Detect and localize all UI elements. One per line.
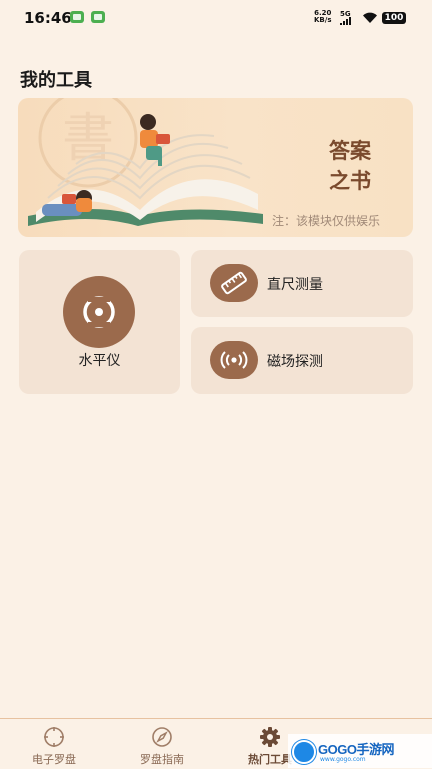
tab-electronic-compass[interactable]: 电子罗盘 <box>0 719 108 769</box>
status-time: 16:46 <box>24 9 72 27</box>
magnetic-tool-label: 磁场探测 <box>267 354 323 370</box>
ruler-icon <box>210 264 258 302</box>
network-speed: 6.20 KB/s <box>314 10 331 24</box>
status-bar: 16:46 6.20 KB/s 5G 100 <box>0 0 432 36</box>
compass-target-icon <box>44 727 64 747</box>
banner-title: 答案 之书 <box>300 136 400 196</box>
level-icon <box>63 276 135 348</box>
network-speed-unit: KB/s <box>314 16 332 24</box>
battery-icon: 100 <box>382 12 406 24</box>
tab-label: 罗盘指南 <box>140 753 184 766</box>
signal-icon <box>340 17 354 25</box>
magnetic-tool-card[interactable]: 磁场探测 <box>191 327 413 394</box>
page-title: 我的工具 <box>20 70 92 91</box>
answer-book-banner[interactable]: 書 答案 之书 注：该模块仅供娱乐 <box>18 98 413 237</box>
banner-title-line1: 答案 <box>329 138 371 163</box>
chat-notification-icon <box>91 11 105 23</box>
message-notification-icon <box>70 11 84 23</box>
site-watermark: GOGO手游网 www.gogo.com <box>288 734 432 768</box>
wifi-icon <box>363 12 377 23</box>
gear-icon <box>260 727 280 747</box>
magnetic-signal-icon <box>210 341 258 379</box>
level-tool-card[interactable]: 水平仪 <box>19 250 180 394</box>
ruler-tool-label: 直尺测量 <box>267 277 323 293</box>
banner-disclaimer: 注：该模块仅供娱乐 <box>272 214 381 228</box>
tab-compass-guide[interactable]: 罗盘指南 <box>108 719 216 769</box>
banner-title-line2: 之书 <box>329 168 371 193</box>
watermark-url: www.gogo.com <box>320 756 366 763</box>
watermark-logo-icon <box>292 740 316 764</box>
compass-needle-icon <box>152 727 172 747</box>
tab-label: 电子罗盘 <box>32 753 76 766</box>
book-illustration: 書 <box>28 98 263 226</box>
level-tool-label: 水平仪 <box>78 353 121 369</box>
ruler-tool-card[interactable]: 直尺测量 <box>191 250 413 317</box>
